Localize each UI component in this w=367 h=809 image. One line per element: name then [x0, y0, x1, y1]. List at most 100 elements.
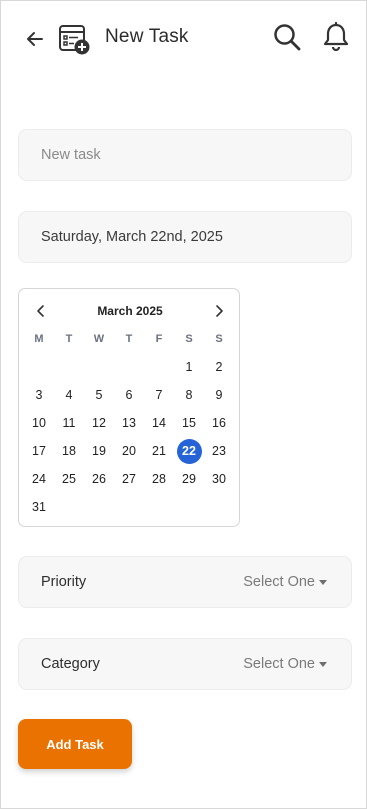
calendar-day[interactable]: 23 — [204, 437, 234, 465]
date-picker: March 2025 MTWTFSS 1 2 3 4 5 6 7 8 9 10 11 12 13 14 15… — [18, 288, 240, 527]
arrow-left-icon — [27, 32, 43, 46]
calendar-day[interactable]: 21 — [144, 437, 174, 465]
task-name-field[interactable] — [18, 129, 352, 181]
calendar-day-number: 28 — [152, 472, 166, 486]
calendar-blank-cell — [114, 353, 144, 381]
task-name-input[interactable] — [19, 130, 351, 180]
calendar-day-number: 16 — [212, 416, 226, 430]
calendar-day[interactable]: 30 — [204, 465, 234, 493]
calendar-day[interactable]: 16 — [204, 409, 234, 437]
calendar-day-number: 23 — [212, 444, 226, 458]
calendar-month-label: March 2025 — [97, 304, 163, 318]
caret-down-icon — [319, 662, 327, 667]
calendar-day-number: 19 — [92, 444, 106, 458]
weekday-label: T — [65, 333, 73, 345]
weekday-label: W — [93, 333, 105, 345]
calendar-day-number: 30 — [212, 472, 226, 486]
calendar-day[interactable]: 24 — [24, 465, 54, 493]
calendar-weekday-header: MTWTFSS — [24, 333, 234, 345]
weekday-label: S — [185, 333, 193, 345]
weekday-label: F — [155, 333, 163, 345]
caret-down-icon — [319, 580, 327, 585]
calendar-day[interactable]: 31 — [24, 493, 54, 521]
calendar-day-number: 20 — [122, 444, 136, 458]
calendar-day[interactable]: 28 — [144, 465, 174, 493]
date-field[interactable]: Saturday, March 22nd, 2025 — [18, 211, 352, 263]
calendar-day[interactable]: 3 — [24, 381, 54, 409]
calendar-day-number: 31 — [32, 500, 46, 514]
calendar-day[interactable]: 7 — [144, 381, 174, 409]
calendar-day[interactable]: 13 — [114, 409, 144, 437]
calendar-day[interactable]: 18 — [54, 437, 84, 465]
calendar-day-number: 13 — [122, 416, 136, 430]
calendar-blank-cell — [54, 353, 84, 381]
calendar-day-number: 25 — [62, 472, 76, 486]
calendar-day[interactable]: 15 — [174, 409, 204, 437]
back-button[interactable] — [23, 27, 47, 51]
calendar-day[interactable]: 25 — [54, 465, 84, 493]
calendar-day-number: 26 — [92, 472, 106, 486]
app-frame: New Task Saturday, March 22nd, 2025 Marc — [0, 0, 367, 809]
calendar-day[interactable]: 26 — [84, 465, 114, 493]
calendar-day-number: 7 — [155, 388, 163, 402]
calendar-day[interactable]: 8 — [174, 381, 204, 409]
calendar-day-number: 9 — [215, 388, 223, 402]
calendar-day-number: 15 — [182, 416, 196, 430]
priority-value[interactable]: Select One — [243, 574, 315, 590]
next-month-button[interactable] — [211, 303, 227, 319]
priority-select[interactable]: Priority Select One — [18, 556, 352, 608]
calendar-day[interactable]: 19 — [84, 437, 114, 465]
calendar-day-selected[interactable]: 22 — [174, 437, 204, 465]
calendar-day-number: 2 — [215, 360, 223, 374]
calendar-day-number: 24 — [32, 472, 46, 486]
calendar-day[interactable]: 4 — [54, 381, 84, 409]
search-icon — [274, 24, 301, 51]
calendar-day[interactable]: 17 — [24, 437, 54, 465]
calendar-blank-cell — [84, 353, 114, 381]
calendar-day-number: 11 — [62, 416, 76, 430]
chevron-right-icon — [216, 305, 223, 317]
calendar-blank-cell — [144, 353, 174, 381]
page-title: New Task — [105, 26, 189, 47]
priority-label: Priority — [41, 574, 87, 590]
weekday-label: S — [215, 333, 223, 345]
calendar-day[interactable]: 5 — [84, 381, 114, 409]
calendar-day-number: 21 — [152, 444, 166, 458]
calendar-day-number: 22 — [176, 439, 202, 464]
weekday-label: T — [125, 333, 133, 345]
calendar-day-number: 1 — [185, 360, 193, 374]
calendar-day[interactable]: 29 — [174, 465, 204, 493]
calendar-day[interactable]: 14 — [144, 409, 174, 437]
calendar-day-number: 18 — [62, 444, 76, 458]
calendar-day-number: 12 — [92, 416, 106, 430]
calendar-day-number: 17 — [32, 444, 46, 458]
calendar-day[interactable]: 6 — [114, 381, 144, 409]
category-value[interactable]: Select One — [243, 656, 315, 672]
calendar-day[interactable]: 1 — [174, 353, 204, 381]
calendar-day-number: 3 — [35, 388, 43, 402]
calendar-day[interactable]: 10 — [24, 409, 54, 437]
calendar-day-number: 6 — [125, 388, 133, 402]
add-task-button[interactable]: Add Task — [18, 719, 132, 769]
header: New Task — [1, 1, 366, 75]
notification-button[interactable] — [321, 21, 351, 53]
category-label: Category — [41, 656, 100, 672]
weekday-label: M — [34, 333, 44, 345]
calendar-day[interactable]: 2 — [204, 353, 234, 381]
category-select[interactable]: Category Select One — [18, 638, 352, 690]
calendar-day-number: 4 — [65, 388, 73, 402]
calendar-day-grid: 1 2 3 4 5 6 7 8 9 10 11 12 13 14 15 16 17 18 19 20 21 22 23 24 2… — [24, 353, 234, 521]
calendar-day-number: 10 — [32, 416, 46, 430]
calendar-blank-cell — [24, 353, 54, 381]
calendar-day[interactable]: 20 — [114, 437, 144, 465]
calendar-day-number: 27 — [122, 472, 136, 486]
bell-icon — [323, 21, 349, 52]
calendar-day[interactable]: 11 — [54, 409, 84, 437]
date-value: Saturday, March 22nd, 2025 — [41, 229, 223, 245]
search-button[interactable] — [271, 21, 303, 53]
task-add-icon — [58, 23, 92, 57]
calendar-day[interactable]: 27 — [114, 465, 144, 493]
calendar-day[interactable]: 12 — [84, 409, 114, 437]
calendar-day[interactable]: 9 — [204, 381, 234, 409]
calendar-day-number: 14 — [152, 416, 166, 430]
